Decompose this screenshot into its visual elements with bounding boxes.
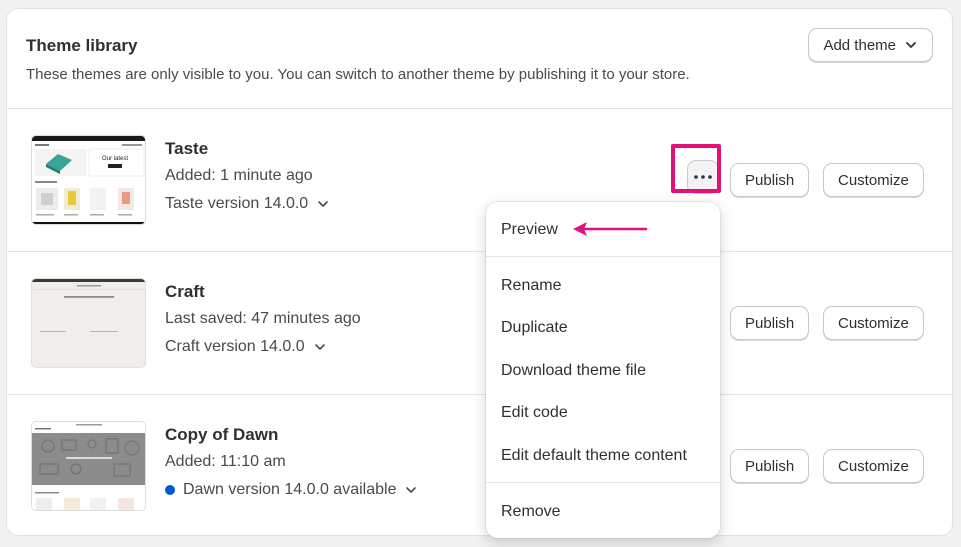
menu-separator [486,256,720,257]
chevron-down-icon [906,42,916,48]
theme-version-dropdown[interactable]: Dawn version 14.0.0 available [165,481,418,499]
menu-item-rename[interactable]: Rename [501,277,561,295]
chevron-down-icon [406,487,417,493]
theme-thumbnail-dawn [31,421,146,511]
more-horizontal-icon [694,175,712,179]
customize-button[interactable]: Customize [823,306,924,340]
menu-item-duplicate[interactable]: Duplicate [501,319,568,337]
theme-version-dropdown[interactable]: Craft version 14.0.0 [165,338,327,356]
annotation-arrow-icon [573,222,648,236]
theme-row-craft: Craft Last saved: 47 minutes ago Craft v… [7,252,952,395]
menu-item-edit-code[interactable]: Edit code [501,404,568,422]
taste-thumbnail-image: Our latest [32,136,145,224]
theme-name: Craft [165,282,205,301]
card-description: These themes are only visible to you. Yo… [26,66,690,83]
add-theme-button[interactable]: Add theme [808,28,933,62]
more-actions-menu: Preview Rename Duplicate Download theme … [486,202,720,538]
theme-row-taste: Our latest Taste Added: 1 minute ago Tas… [7,109,952,252]
publish-button[interactable]: Publish [730,163,810,197]
publish-button[interactable]: Publish [730,449,810,483]
customize-button[interactable]: Customize [823,163,924,197]
theme-meta: Last saved: 47 minutes ago [165,310,361,327]
chevron-down-icon [318,201,329,207]
menu-item-edit-default-theme-content[interactable]: Edit default theme content [501,447,687,465]
menu-item-preview[interactable]: Preview [501,221,558,239]
theme-version-label: Taste version 14.0.0 [165,195,309,212]
dawn-thumbnail-image [32,422,145,510]
card-header: Theme library These themes are only visi… [7,9,952,109]
menu-separator [486,482,720,483]
theme-meta: Added: 1 minute ago [165,167,313,184]
theme-meta: Added: 11:10 am [165,453,286,470]
theme-thumbnail-craft [31,278,146,368]
theme-name: Copy of Dawn [165,425,279,444]
more-actions-button[interactable] [687,160,719,194]
theme-version-label: Craft version 14.0.0 [165,338,305,355]
chevron-down-icon [314,344,325,350]
update-available-dot [165,485,175,495]
customize-button[interactable]: Customize [823,449,924,483]
theme-thumbnail-taste: Our latest [31,135,146,225]
publish-button[interactable]: Publish [730,306,810,340]
menu-item-remove[interactable]: Remove [501,503,561,521]
theme-version-dropdown[interactable]: Taste version 14.0.0 [165,195,330,213]
theme-row-copy-of-dawn: Copy of Dawn Added: 11:10 am Dawn versio… [7,395,952,535]
craft-thumbnail-image [32,279,145,367]
menu-item-download-theme-file[interactable]: Download theme file [501,362,646,380]
theme-name: Taste [165,139,209,158]
card-title: Theme library [26,36,138,55]
taste-thumbnail-text: Our latest [102,156,128,162]
theme-library-card: Theme library These themes are only visi… [6,8,953,536]
theme-version-label: Dawn version 14.0.0 available [183,481,397,498]
add-theme-label: Add theme [823,36,896,54]
